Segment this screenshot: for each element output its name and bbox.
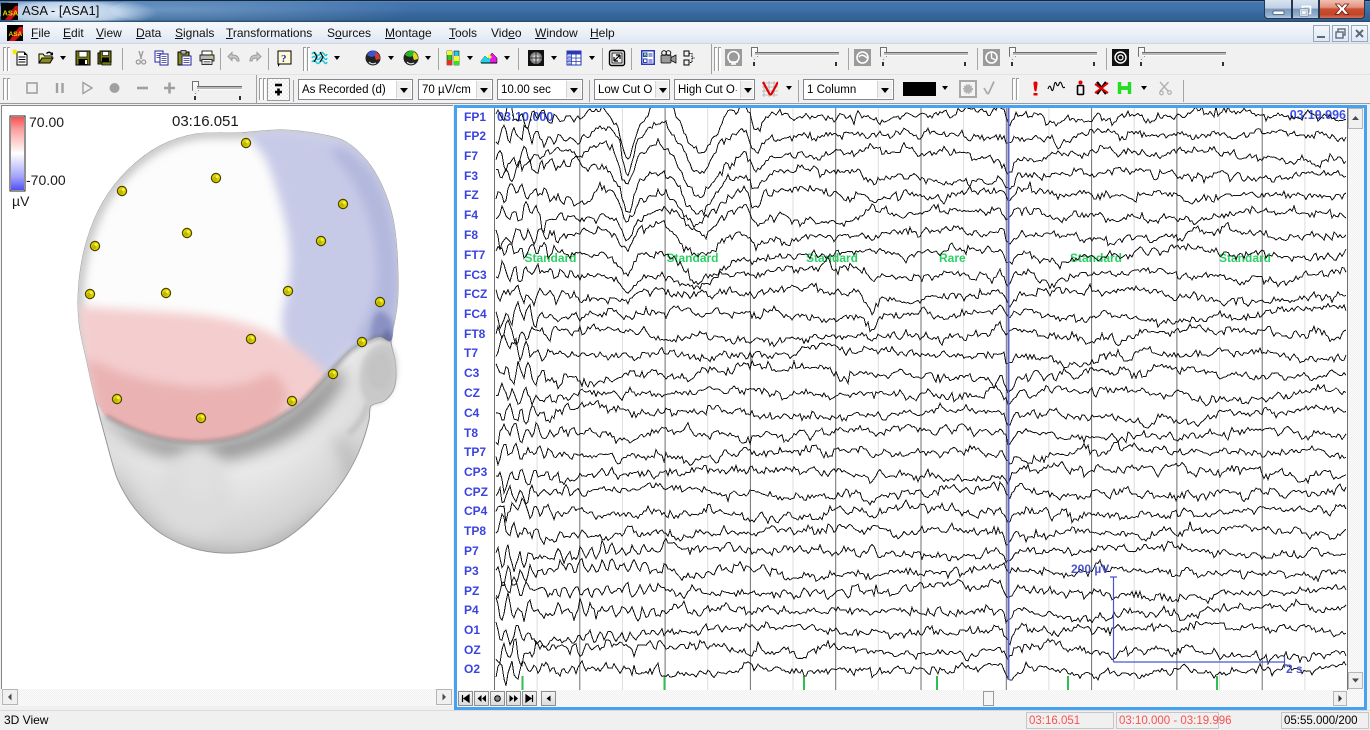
svg-text:70.00: 70.00 bbox=[29, 114, 64, 130]
svg-text:µV: µV bbox=[12, 193, 30, 209]
svg-text:03:16.051: 03:16.051 bbox=[172, 113, 239, 130]
svg-text:-70.00: -70.00 bbox=[26, 172, 66, 188]
svg-text:?: ? bbox=[281, 53, 287, 65]
svg-text:200 µV: 200 µV bbox=[1071, 562, 1109, 576]
svg-text:Standard: Standard bbox=[1219, 251, 1271, 265]
svg-text:2 s: 2 s bbox=[1286, 662, 1303, 676]
svg-text:ASA: ASA bbox=[9, 31, 23, 38]
svg-text:Rare: Rare bbox=[939, 251, 966, 265]
svg-text:Standard: Standard bbox=[667, 251, 719, 265]
svg-text:Standard: Standard bbox=[525, 251, 577, 265]
svg-text:ASA: ASA bbox=[3, 9, 19, 18]
